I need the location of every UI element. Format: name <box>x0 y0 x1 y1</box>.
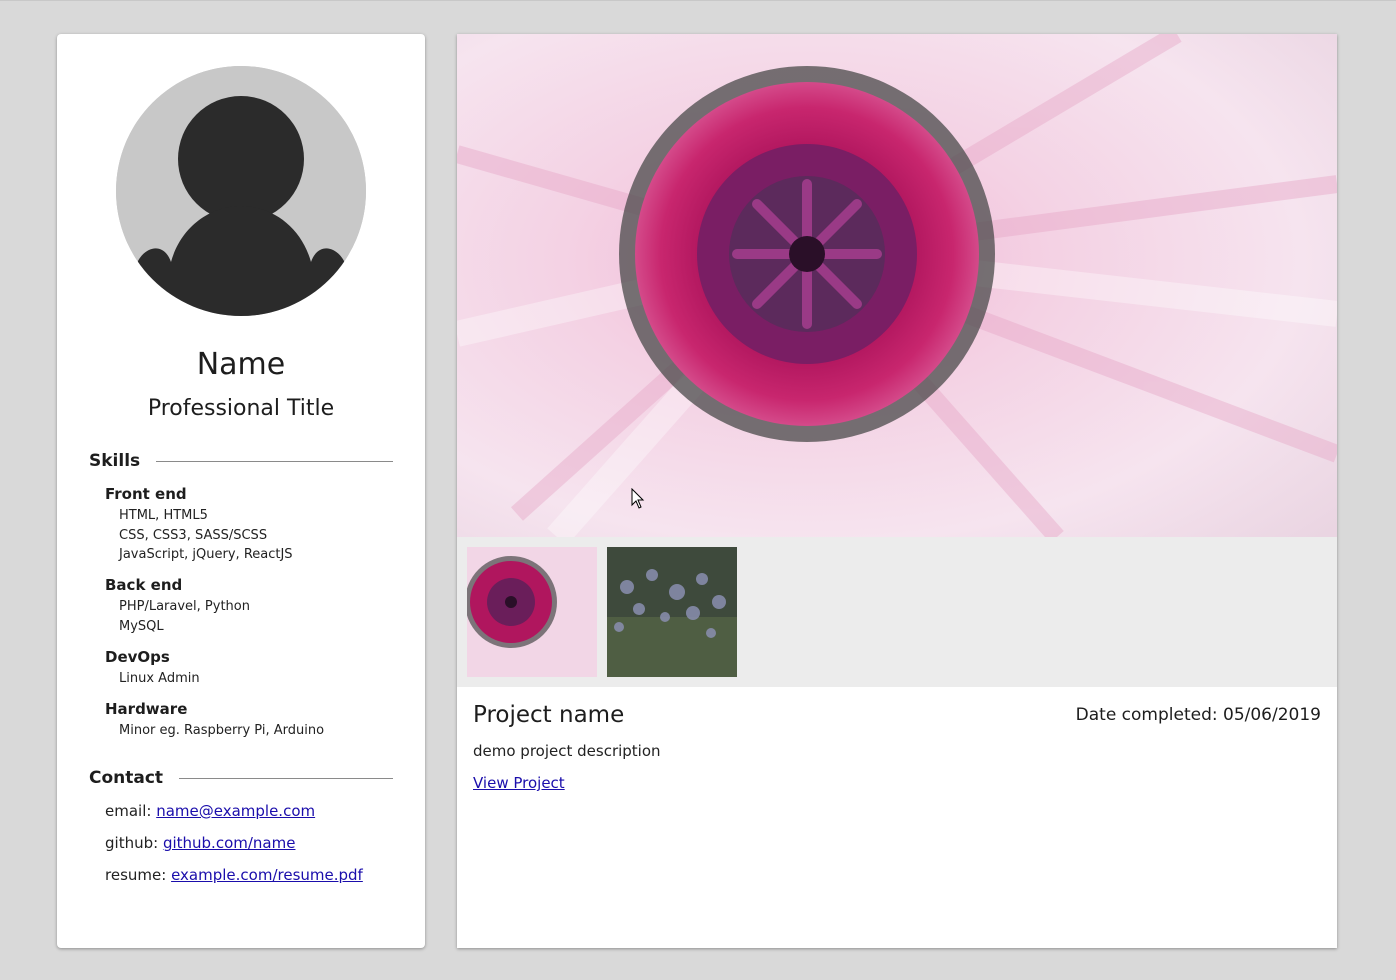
view-project-link[interactable]: View Project <box>473 774 565 792</box>
contact-heading-label: Contact <box>89 768 164 788</box>
profile-card: Name Professional Title Skills Front end… <box>57 34 425 948</box>
window-top-border <box>0 0 1396 1</box>
github-link[interactable]: github.com/name <box>163 834 296 852</box>
skill-item: JavaScript, jQuery, ReactJS <box>119 547 293 562</box>
skill-item: CSS, CSS3, SASS/SCSS <box>119 528 268 543</box>
contact-email: email: name@example.com <box>105 802 315 820</box>
skill-item: Minor eg. Raspberry Pi, Arduino <box>119 723 325 738</box>
project-main-image <box>457 34 1337 537</box>
contact-resume-label: resume: <box>105 866 167 884</box>
thumbnail-flower[interactable] <box>467 547 597 677</box>
profile-title: Professional Title <box>147 396 335 421</box>
skill-group-title: Hardware <box>105 700 188 718</box>
contact-resume: resume: example.com/resume.pdf <box>105 866 363 884</box>
skills-heading: Skills <box>89 451 393 471</box>
profile-name: Name <box>196 347 286 382</box>
skill-item: MySQL <box>119 619 164 634</box>
skills-heading-label: Skills <box>89 451 141 471</box>
contact-heading: Contact <box>89 768 393 788</box>
thumbnail-strip <box>457 537 1337 687</box>
skill-group-title: DevOps <box>105 648 170 666</box>
skill-item: HTML, HTML5 <box>119 508 208 523</box>
contact-github: github: github.com/name <box>105 834 295 852</box>
mouse-cursor-icon <box>631 488 645 509</box>
project-card: Project name Date completed: 05/06/2019 … <box>457 34 1337 948</box>
email-link[interactable]: name@example.com <box>156 802 315 820</box>
thumbnail-meadow[interactable] <box>607 547 737 677</box>
user-silhouette-icon <box>116 66 366 316</box>
skill-item: PHP/Laravel, Python <box>119 599 250 614</box>
contact-divider <box>179 777 393 779</box>
skill-group-title: Back end <box>105 576 183 594</box>
skills-divider <box>156 460 393 462</box>
skill-group-title: Front end <box>105 485 187 503</box>
skill-item: Linux Admin <box>119 671 200 686</box>
contact-github-label: github: <box>105 834 159 852</box>
resume-link[interactable]: example.com/resume.pdf <box>171 866 363 884</box>
project-description: demo project description <box>473 742 661 760</box>
project-date: Date completed: 05/06/2019 <box>1075 705 1321 725</box>
project-name: Project name <box>473 702 625 728</box>
contact-email-label: email: <box>105 802 152 820</box>
